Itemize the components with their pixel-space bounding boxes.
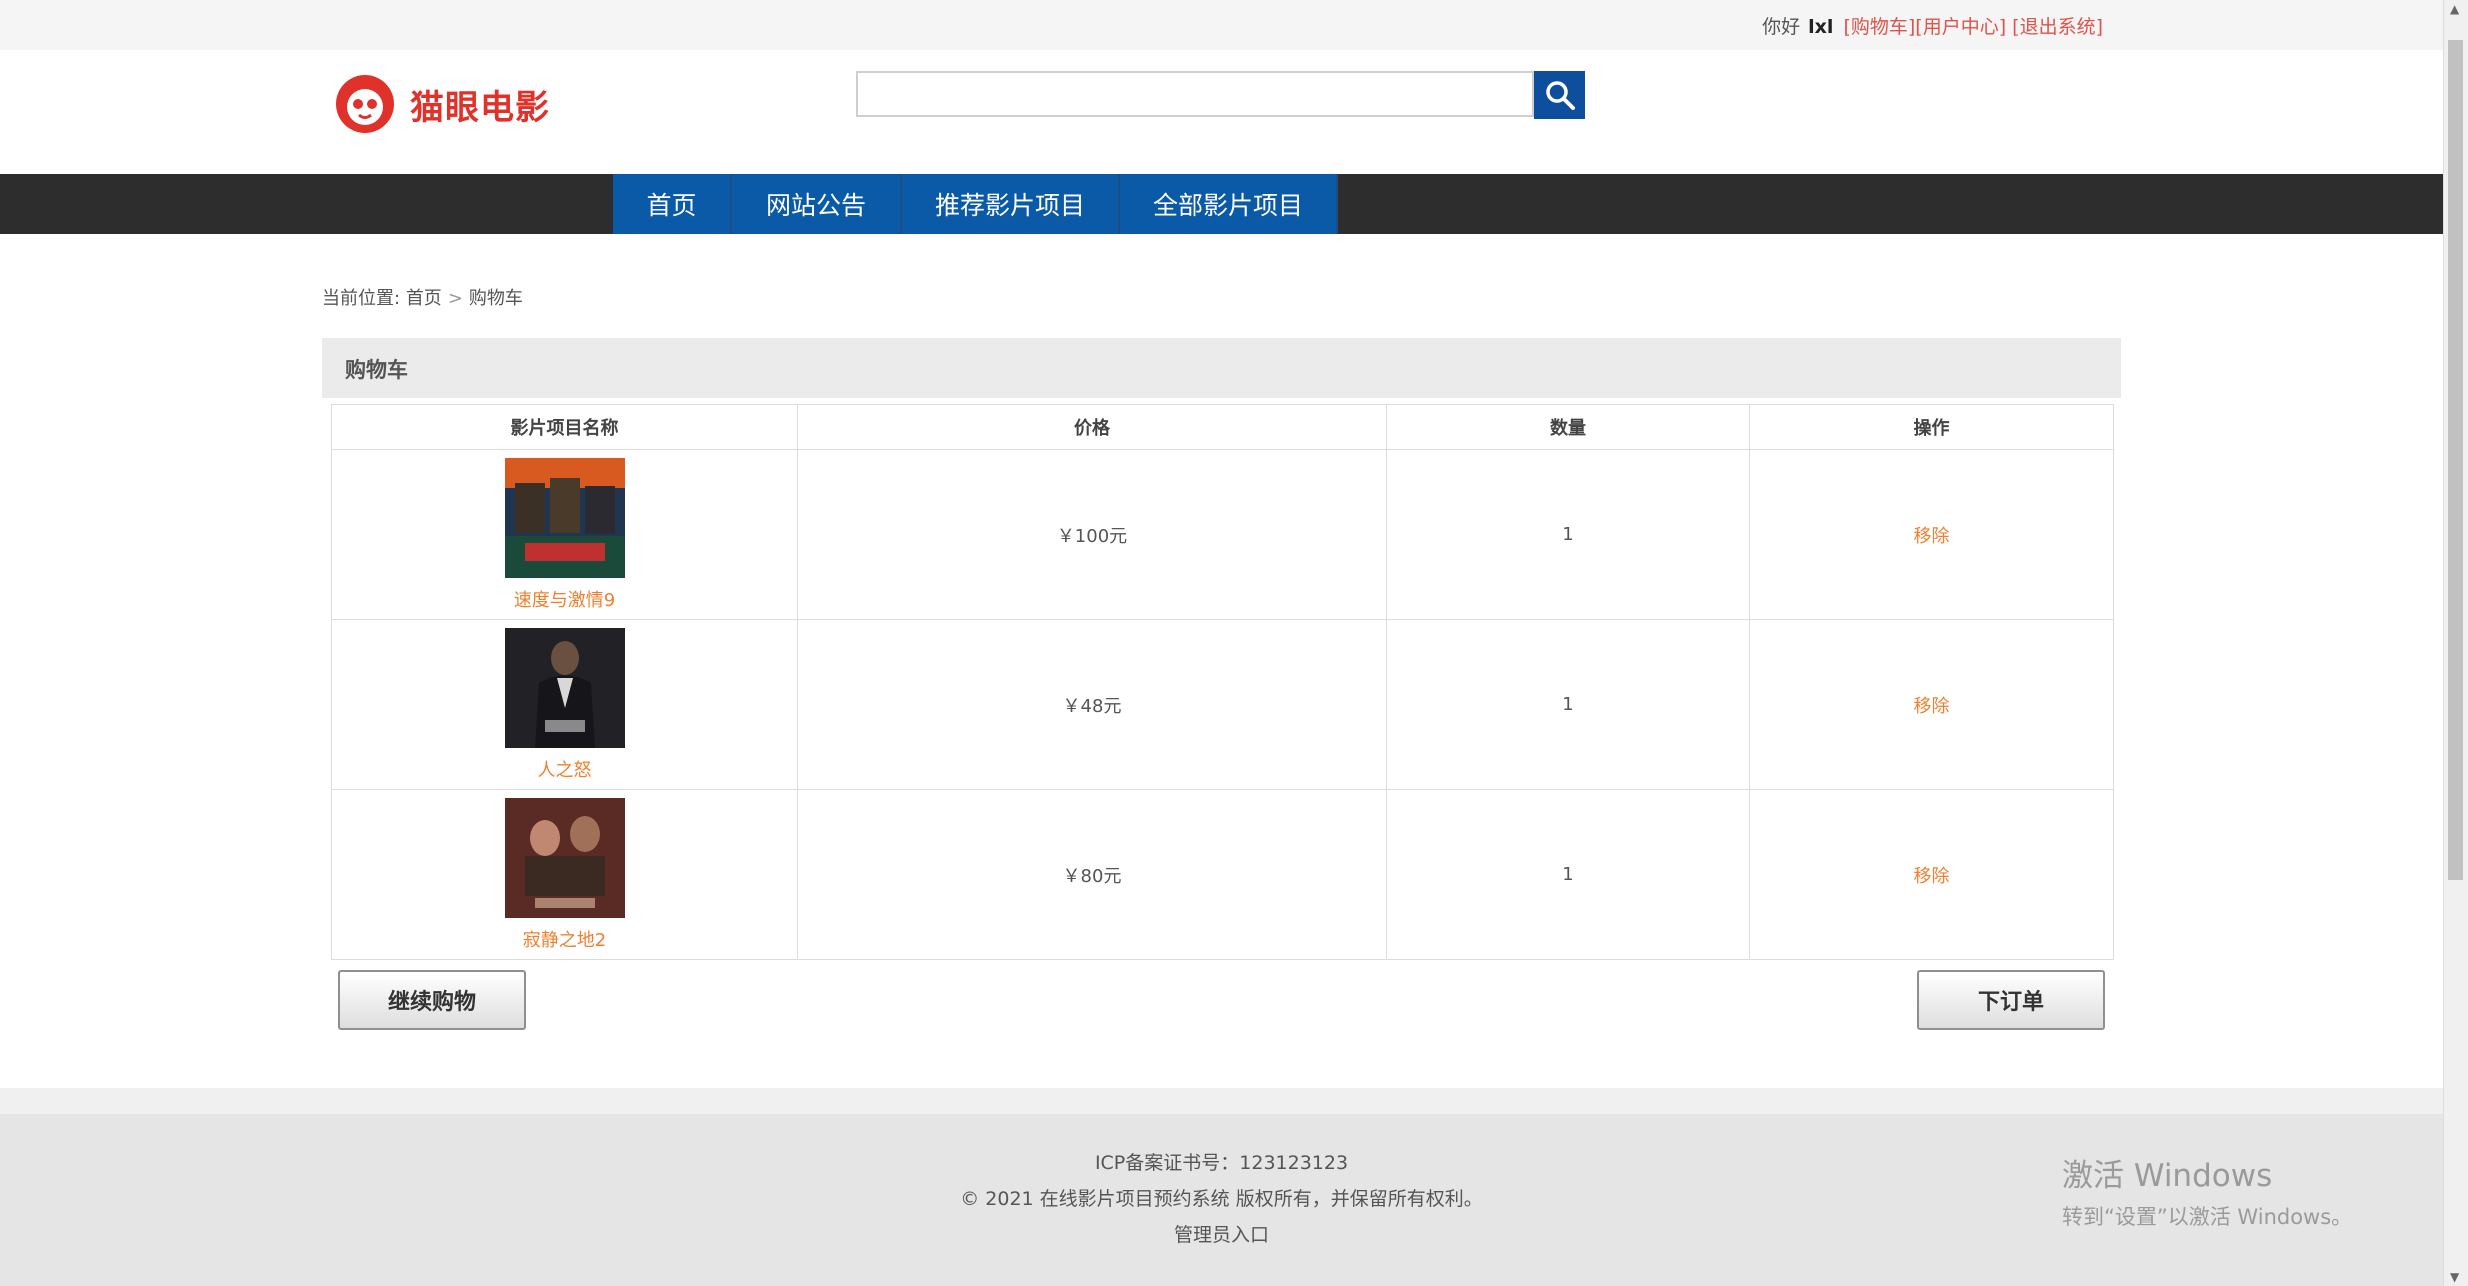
- watermark-subtitle: 转到“设置”以激活 Windows。: [2062, 1205, 2353, 1229]
- film-name-link[interactable]: 速度与激情9: [333, 586, 796, 612]
- scrollbar-thumb[interactable]: [2448, 40, 2463, 880]
- top-user-bar: 你好 lxl [购物车][用户中心] [退出系统]: [0, 0, 2443, 50]
- breadcrumb: 当前位置: 首页 > 购物车: [322, 284, 523, 310]
- column-header-name: 影片项目名称: [331, 404, 798, 450]
- breadcrumb-current: 购物车: [468, 288, 523, 309]
- place-order-button[interactable]: 下订单: [1917, 970, 2105, 1030]
- price-cell: ￥80元: [797, 789, 1387, 960]
- site-logo[interactable]: 猫眼电影: [334, 70, 550, 138]
- logout-link[interactable]: [退出系统]: [2012, 16, 2103, 38]
- vertical-scrollbar[interactable]: ▲ ▼: [2443, 0, 2468, 1286]
- film-name-link[interactable]: 寂静之地2: [333, 926, 796, 952]
- price-cell: ￥48元: [797, 619, 1387, 790]
- nav-item-announcements[interactable]: 网站公告: [732, 174, 902, 234]
- quantity-cell: 1: [1386, 619, 1750, 790]
- chevron-right-icon: >: [447, 288, 463, 309]
- column-header-price: 价格: [797, 404, 1387, 450]
- column-header-action: 操作: [1749, 404, 2114, 450]
- search-icon: [1545, 81, 1575, 110]
- search-input[interactable]: [856, 71, 1534, 117]
- remove-link[interactable]: 移除: [1914, 696, 1950, 717]
- cart-title: 购物车: [345, 358, 408, 382]
- main-nav: 首页 网站公告 推荐影片项目 全部影片项目: [0, 174, 2443, 234]
- continue-shopping-button[interactable]: 继续购物: [338, 970, 526, 1030]
- film-cell: 寂静之地2: [331, 789, 798, 960]
- table-row: 人之怒 ￥48元 1 移除: [331, 619, 2114, 790]
- cart-panel-header: 购物车: [322, 338, 2121, 398]
- scroll-down-arrow-icon[interactable]: ▼: [2450, 1270, 2459, 1284]
- column-header-quantity: 数量: [1386, 404, 1750, 450]
- cart-link[interactable]: [购物车]: [1843, 16, 1915, 38]
- action-cell: 移除: [1749, 449, 2114, 620]
- table-row: 寂静之地2 ￥80元 1 移除: [331, 789, 2114, 960]
- windows-activation-watermark: 激活 Windows 转到“设置”以激活 Windows。: [2062, 1150, 2352, 1231]
- nav-item-recommended[interactable]: 推荐影片项目: [902, 174, 1120, 234]
- watermark-title: 激活 Windows: [2062, 1158, 2273, 1194]
- user-links: 你好 lxl [购物车][用户中心] [退出系统]: [1762, 12, 2103, 39]
- greeting-text: 你好: [1762, 16, 1801, 38]
- remove-link[interactable]: 移除: [1914, 866, 1950, 887]
- breadcrumb-home[interactable]: 首页: [406, 288, 442, 309]
- quantity-cell: 1: [1386, 449, 1750, 620]
- username: lxl: [1808, 16, 1834, 38]
- film-poster[interactable]: [504, 457, 625, 578]
- quantity-cell: 1: [1386, 789, 1750, 960]
- film-name-link[interactable]: 人之怒: [333, 756, 796, 782]
- nav-item-all-films[interactable]: 全部影片项目: [1120, 174, 1338, 234]
- cat-logo-icon: [336, 75, 394, 133]
- admin-entry-link[interactable]: 管理员入口: [1174, 1224, 1269, 1246]
- nav-item-home[interactable]: 首页: [613, 174, 732, 234]
- film-cell: 人之怒: [331, 619, 798, 790]
- film-cell: 速度与激情9: [331, 449, 798, 620]
- breadcrumb-prefix: 当前位置:: [322, 288, 401, 309]
- action-cell: 移除: [1749, 789, 2114, 960]
- remove-link[interactable]: 移除: [1914, 526, 1950, 547]
- film-poster[interactable]: [504, 627, 625, 748]
- scroll-up-arrow-icon[interactable]: ▲: [2450, 2, 2459, 16]
- price-cell: ￥100元: [797, 449, 1387, 620]
- search-button[interactable]: [1534, 71, 1585, 119]
- table-header-row: 影片项目名称 价格 数量 操作: [331, 404, 2114, 450]
- table-row: 速度与激情9 ￥100元 1 移除: [331, 449, 2114, 620]
- user-center-link[interactable]: [用户中心]: [1915, 16, 2006, 38]
- cart-table: 影片项目名称 价格 数量 操作 速度与激情9 ￥100元 1 移除 人之怒 ￥4…: [331, 404, 2114, 960]
- action-cell: 移除: [1749, 619, 2114, 790]
- film-poster[interactable]: [504, 797, 625, 918]
- footer-divider: [0, 1088, 2443, 1114]
- logo-text: 猫眼电影: [410, 87, 550, 128]
